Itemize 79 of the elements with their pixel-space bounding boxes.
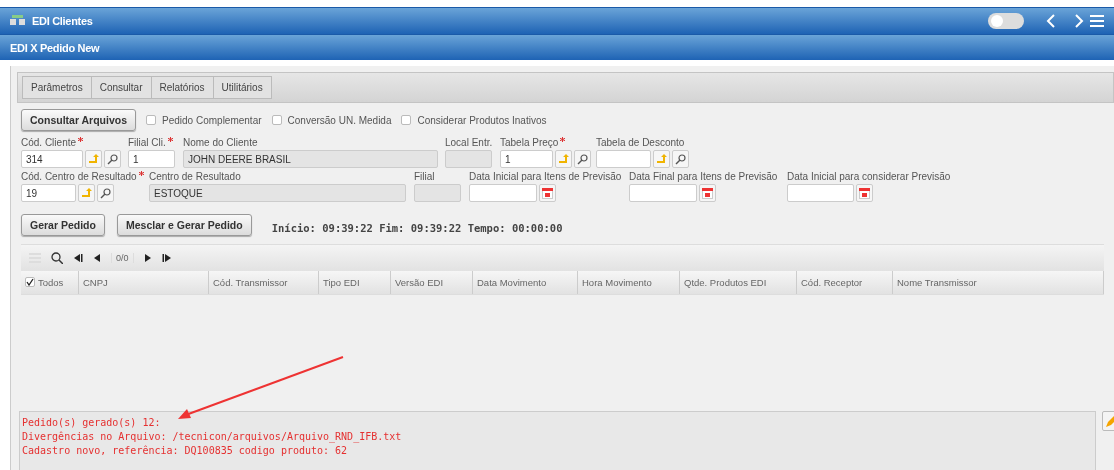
search-icon[interactable]	[51, 252, 63, 264]
calendar-button[interactable]	[699, 184, 716, 202]
log-line: Divergências no Arquivo: /tecnicon/arquivos/Arquivo_RND_IFB.txt	[22, 430, 403, 444]
input-field[interactable]	[596, 150, 651, 168]
column-header[interactable]: Hora Movimento	[578, 271, 680, 294]
input-field[interactable]	[469, 184, 537, 202]
required-icon	[138, 171, 144, 176]
field-label: Data Inicial para considerar Previsão	[787, 171, 952, 182]
consult-files-button[interactable]: Consultar Arquivos	[21, 109, 137, 131]
action-button[interactable]: Gerar Pedido	[21, 214, 105, 236]
page-counter: 0/0	[111, 253, 134, 263]
column-header[interactable]: Cód. Receptor	[797, 271, 893, 294]
field-label: Tabela Preço	[500, 137, 596, 148]
arrow-icon	[557, 154, 570, 164]
window-title: EDI Clientes	[32, 15, 93, 27]
field-label: Data Inicial para Itens de Previsão	[469, 171, 623, 182]
field-label: Local Entr.	[445, 137, 494, 148]
next-page-icon[interactable]	[143, 253, 152, 263]
input-field[interactable]	[629, 184, 697, 202]
timing-text: Início: 09:39:22 Fim: 09:39:22 Tempo: 00:00:00	[271, 222, 563, 234]
forward-icon[interactable]	[1074, 14, 1084, 28]
search-button[interactable]	[672, 150, 689, 168]
previous-page-icon[interactable]	[93, 253, 101, 263]
required-icon	[560, 137, 566, 142]
tab[interactable]: Relatórios	[150, 76, 214, 99]
column-header[interactable]: Cód. Transmissor	[209, 271, 319, 294]
column-header[interactable]: Qtde. Produtos EDI	[680, 271, 797, 294]
field-label: Filial Cli.	[128, 137, 183, 148]
app-icon	[10, 15, 26, 27]
column-header[interactable]: Data Movimento	[473, 271, 578, 294]
input-field[interactable]: ESTOQUE	[149, 184, 406, 202]
checkbox-label: Pedido Complementar	[162, 114, 262, 126]
input-field[interactable]	[414, 184, 461, 202]
action-button[interactable]: Mesclar e Gerar Pedido	[116, 214, 252, 236]
field-label: Data Final para Itens de Previsão	[629, 171, 779, 182]
input-field[interactable]	[787, 184, 854, 202]
checkbox-label: Considerar Produtos Inativos	[417, 114, 547, 126]
field-label: Centro de Resultado	[149, 171, 242, 182]
required-icon	[167, 137, 173, 142]
input-field[interactable]: 1	[128, 150, 175, 168]
last-page-icon[interactable]	[161, 253, 172, 263]
arrow-icon	[655, 154, 668, 164]
checkbox[interactable]	[271, 115, 282, 125]
input-field[interactable]	[445, 150, 492, 168]
column-header[interactable]: Tipo EDI	[319, 271, 391, 294]
column-header[interactable]: CNPJ	[79, 271, 209, 294]
first-page-icon[interactable]	[73, 253, 83, 263]
column-header[interactable]: Versão EDI	[391, 271, 473, 294]
tab[interactable]: Utilitários	[212, 76, 272, 99]
search-button[interactable]	[574, 150, 591, 168]
tab[interactable]: Parâmetros	[22, 76, 92, 99]
screen-title: EDI X Pedido New	[10, 41, 100, 54]
required-icon	[78, 137, 84, 142]
toggle-switch[interactable]	[988, 13, 1024, 29]
input-field[interactable]: 314	[21, 150, 83, 168]
checkbox[interactable]	[146, 115, 157, 125]
field-label: Filial	[414, 171, 436, 182]
calendar-button[interactable]	[539, 184, 556, 202]
log-line: Cadastro novo, referência: DQ100835 codigo produto: 62	[22, 444, 349, 458]
tab[interactable]: Consultar	[90, 76, 152, 99]
arrow-icon	[87, 154, 100, 164]
field-label: Cód. Cliente	[21, 137, 128, 148]
checkbox[interactable]	[25, 277, 35, 287]
field-label: Tabela de Desconto	[596, 137, 686, 148]
field-label: Nome do Cliente	[183, 137, 259, 148]
field-label: Cód. Centro de Resultado	[21, 171, 149, 182]
calendar-button[interactable]	[856, 184, 873, 202]
input-field[interactable]: JOHN DEERE BRASIL	[183, 150, 438, 168]
column-header[interactable]: Nome Transmissor	[893, 271, 1104, 294]
search-button[interactable]	[104, 150, 121, 168]
back-icon[interactable]	[1046, 14, 1056, 28]
column-header: Todos	[38, 277, 64, 288]
arrow-icon	[80, 188, 93, 198]
checkbox-label: Conversão UN. Medida	[287, 114, 392, 126]
input-field[interactable]: 19	[21, 184, 76, 202]
checkbox[interactable]	[401, 115, 412, 125]
search-button[interactable]	[97, 184, 114, 202]
input-field[interactable]: 1	[500, 150, 553, 168]
log-line: Pedido(s) gerado(s) 12:	[22, 416, 162, 430]
